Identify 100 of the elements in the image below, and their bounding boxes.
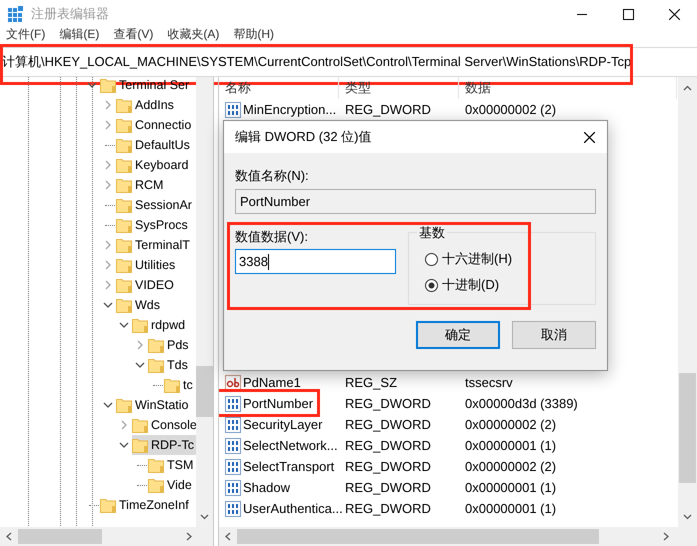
scroll-right-icon — [663, 532, 669, 541]
close-icon — [584, 132, 594, 142]
value-name[interactable]: SelectTransport — [243, 456, 334, 476]
folder-icon — [116, 397, 132, 413]
scroll-down-icon — [200, 514, 209, 520]
tree-item[interactable]: Keyboard — [135, 156, 189, 174]
tree-item[interactable]: Connectio — [135, 116, 192, 134]
value-name[interactable]: Shadow — [243, 478, 290, 498]
tree-item[interactable]: WinStatio — [135, 396, 188, 414]
binary-value-icon — [225, 438, 241, 454]
table-cell-text: REG_DWORD — [344, 500, 432, 518]
menu-item[interactable]: 文件(F) — [6, 28, 46, 41]
folder-icon — [148, 357, 164, 373]
binary-value-icon — [225, 396, 241, 412]
tree-item[interactable]: Utilities — [135, 256, 176, 274]
table-cell-text: tssecsrv — [464, 374, 513, 392]
vertical-scrollbar[interactable] — [196, 77, 213, 527]
value-data-field[interactable]: 3388 — [235, 249, 396, 274]
scrollbar-thumb[interactable] — [679, 373, 696, 483]
menu-item[interactable]: 查看(V) — [113, 28, 154, 41]
column-header[interactable]: 名称 — [219, 77, 339, 99]
menu-item[interactable]: 帮助(H) — [233, 28, 274, 41]
scroll-left-icon — [6, 532, 12, 541]
scrollbar-thumb[interactable] — [237, 529, 599, 544]
folder-icon — [116, 217, 132, 233]
scrollbar-thumb[interactable] — [196, 366, 213, 417]
table-cell-text: 0x00000001 (1) — [464, 436, 556, 455]
tree-item[interactable]: RCM — [135, 176, 164, 194]
table-cell-text: 0x00000002 (2) — [464, 458, 556, 476]
binary-value-icon — [225, 102, 241, 118]
table-cell-text: REG_DWORD — [344, 458, 432, 476]
tree-item[interactable]: TSM — [167, 456, 194, 474]
folder-icon — [116, 177, 132, 193]
radio-option[interactable]: 十六进制(H) — [425, 250, 512, 268]
table-cell-text: REG_DWORD — [344, 394, 432, 413]
value-name[interactable]: PortNumber — [243, 394, 314, 414]
app-icon — [8, 6, 23, 22]
tree-item[interactable]: Terminal Ser — [119, 77, 190, 94]
table-cell-text: REG_DWORD — [344, 436, 432, 455]
tree-item[interactable]: AddIns — [135, 96, 174, 114]
binary-value-icon — [225, 416, 241, 432]
field-label: 数值名称(N): — [235, 167, 310, 182]
column-header[interactable]: 类型 — [339, 77, 459, 99]
folder-icon — [116, 277, 132, 293]
table-cell-text: 0x00000002 (2) — [464, 416, 556, 434]
tree-item[interactable]: rdpwd — [151, 316, 186, 334]
folder-icon — [116, 237, 132, 253]
tree-item[interactable]: Wds — [135, 296, 160, 314]
tree-item[interactable]: Tds — [167, 356, 188, 374]
scroll-up-icon — [683, 85, 692, 91]
horizontal-scrollbar[interactable] — [219, 527, 697, 546]
vertical-scrollbar[interactable] — [678, 77, 697, 527]
folder-icon — [148, 337, 164, 353]
horizontal-scrollbar[interactable] — [0, 527, 213, 546]
menu-item[interactable]: 编辑(E) — [59, 28, 100, 41]
folder-icon — [132, 437, 148, 453]
dialog-button[interactable]: 确定 — [416, 321, 500, 349]
scrollbar-thumb[interactable] — [18, 529, 102, 544]
dialog-title: 编辑 DWORD (32 位)值 — [235, 128, 372, 146]
folder-icon — [116, 257, 132, 273]
radio-option[interactable]: 十进制(D) — [425, 276, 512, 294]
value-name[interactable]: UserAuthentica... — [243, 498, 343, 518]
binary-value-icon — [225, 458, 241, 474]
scroll-left-icon — [225, 532, 231, 541]
tree-item[interactable]: Vide — [167, 476, 192, 494]
folder-icon — [116, 97, 132, 113]
value-name[interactable]: MinEncryption... — [243, 100, 336, 120]
tree-item[interactable]: VIDEO — [135, 276, 174, 294]
address-bar[interactable]: 计算机\HKEY_LOCAL_MACHINE\SYSTEM\CurrentControlSet\Control\Terminal Server\WinStations\RDP-Tcp — [0, 47, 697, 77]
column-header[interactable]: 数据 — [459, 77, 677, 99]
menu-item[interactable]: 收藏夹(A) — [167, 28, 220, 41]
tree-item[interactable]: TimeZoneInf — [119, 496, 189, 514]
folder-icon — [116, 137, 132, 153]
value-name-field[interactable]: PortNumber — [235, 189, 596, 214]
binary-value-icon — [225, 500, 241, 516]
table-cell-text: REG_DWORD — [344, 100, 432, 119]
folder-icon — [148, 477, 164, 493]
folder-icon — [132, 417, 148, 433]
table-cell-text: 0x00000002 (2) — [464, 100, 556, 119]
folder-icon — [100, 77, 116, 93]
tree-item[interactable]: TerminalT — [135, 236, 190, 254]
scroll-right-icon — [186, 532, 192, 541]
folder-icon — [164, 377, 180, 393]
maximize-icon — [622, 8, 634, 20]
binary-value-icon — [225, 480, 241, 496]
tree-item[interactable]: tc — [183, 376, 193, 394]
value-name[interactable]: PdName1 — [243, 372, 301, 392]
table-cell-text: REG_SZ — [344, 374, 398, 392]
dialog-button[interactable]: 取消 — [512, 321, 596, 349]
field-label: 数值数据(V): — [235, 228, 309, 243]
value-name[interactable]: SecurityLayer — [243, 414, 322, 434]
tree-item[interactable]: DefaultUs — [135, 136, 190, 154]
tree-item[interactable]: SysProcs — [135, 216, 188, 234]
tree-item[interactable]: Pds — [167, 336, 189, 354]
string-value-icon — [225, 374, 241, 390]
value-name[interactable]: SelectNetwork... — [243, 436, 338, 456]
tree-item[interactable]: Console — [151, 416, 197, 434]
table-cell-text: 0x00000d3d (3389) — [464, 394, 578, 413]
tree-item[interactable]: SessionAr — [135, 196, 192, 214]
table-cell-text: 0x00000001 (1) — [464, 500, 556, 518]
